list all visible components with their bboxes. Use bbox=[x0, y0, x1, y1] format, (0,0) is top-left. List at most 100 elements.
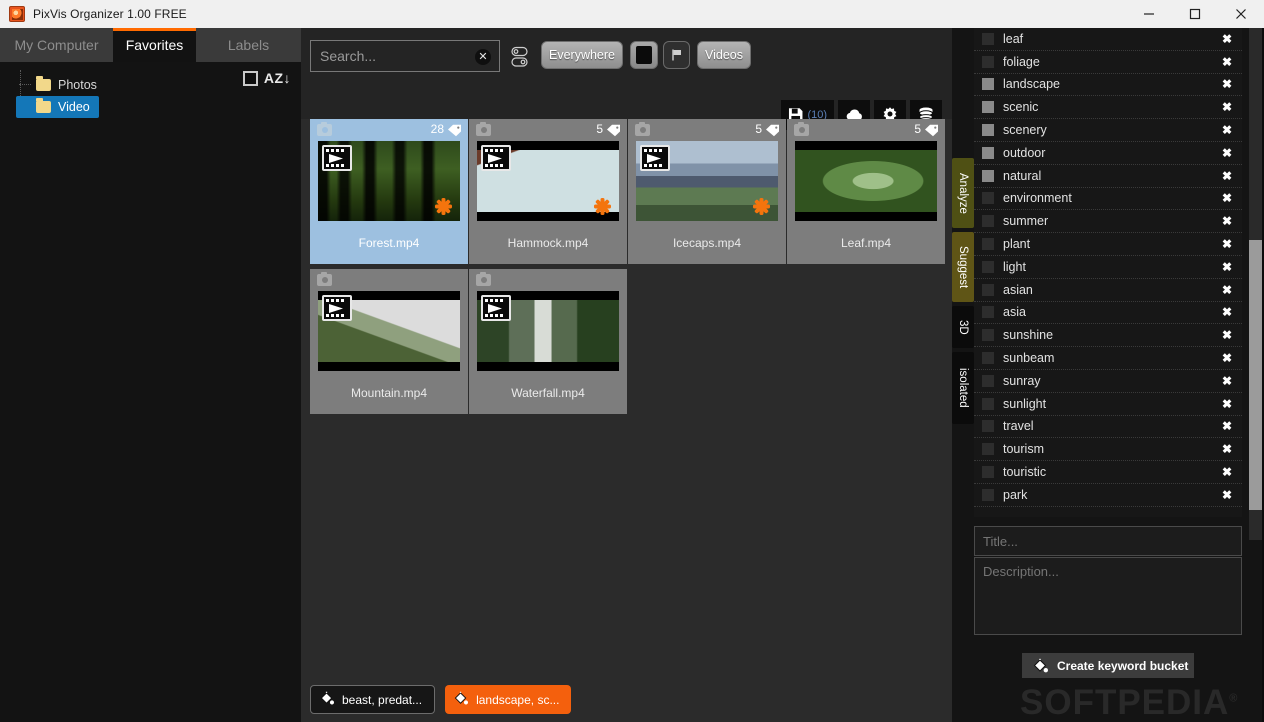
keyword-delete-icon[interactable]: ✖ bbox=[1222, 77, 1242, 91]
keyword-row[interactable]: tourism ✖ bbox=[974, 438, 1242, 462]
keyword-row[interactable]: natural ✖ bbox=[974, 165, 1242, 188]
keyword-row[interactable]: scenic ✖ bbox=[974, 96, 1242, 120]
keyword-delete-icon[interactable]: ✖ bbox=[1222, 260, 1242, 274]
keyword-checkbox[interactable] bbox=[982, 238, 994, 251]
thumbnail-image[interactable] bbox=[318, 291, 460, 371]
keyword-delete-icon[interactable]: ✖ bbox=[1222, 442, 1242, 456]
keyword-row[interactable]: scenery ✖ bbox=[974, 119, 1242, 142]
vertical-tab-3d[interactable]: 3D bbox=[952, 306, 974, 348]
thumbnail-image[interactable] bbox=[636, 141, 778, 221]
tab-labels[interactable]: Labels bbox=[196, 28, 301, 62]
thumbnail-card[interactable]: Waterfall.mp4 bbox=[469, 269, 627, 414]
tab-my-computer[interactable]: My Computer bbox=[0, 28, 113, 62]
tab-favorites[interactable]: Favorites bbox=[113, 28, 196, 62]
keyword-checkbox[interactable] bbox=[982, 420, 994, 433]
title-input[interactable] bbox=[974, 526, 1242, 556]
thumbnail-image[interactable] bbox=[477, 141, 619, 221]
keyword-list-scrollbar[interactable] bbox=[1249, 28, 1262, 540]
keyword-delete-icon[interactable]: ✖ bbox=[1222, 55, 1242, 69]
keyword-checkbox[interactable] bbox=[982, 124, 994, 137]
thumbnail-image[interactable] bbox=[795, 141, 937, 221]
clear-search-icon[interactable]: ✕ bbox=[475, 49, 491, 65]
select-all-checkbox[interactable] bbox=[242, 70, 258, 86]
thumbnail-card[interactable]: 5 Icecaps.mp4 bbox=[628, 119, 786, 264]
thumbnail-card[interactable]: 5 Hammock.mp4 bbox=[469, 119, 627, 264]
sidebar-item-video[interactable]: Video bbox=[16, 96, 99, 118]
keyword-row[interactable]: sunshine ✖ bbox=[974, 324, 1242, 348]
keyword-checkbox[interactable] bbox=[982, 101, 994, 114]
keyword-delete-icon[interactable]: ✖ bbox=[1222, 419, 1242, 433]
keyword-row[interactable]: travel ✖ bbox=[974, 416, 1242, 439]
keyword-checkbox[interactable] bbox=[982, 146, 994, 159]
keyword-checkbox[interactable] bbox=[982, 260, 994, 273]
search-input[interactable] bbox=[311, 41, 461, 71]
sort-button[interactable]: AZ↓ bbox=[264, 70, 291, 86]
close-button[interactable] bbox=[1218, 0, 1264, 28]
keyword-row[interactable]: touristic ✖ bbox=[974, 461, 1242, 484]
keyword-row[interactable]: landscape ✖ bbox=[974, 74, 1242, 97]
keyword-delete-icon[interactable]: ✖ bbox=[1222, 328, 1242, 342]
keyword-delete-icon[interactable]: ✖ bbox=[1222, 351, 1242, 365]
keyword-row[interactable]: asian ✖ bbox=[974, 279, 1242, 302]
keyword-checkbox[interactable] bbox=[982, 306, 994, 319]
keyword-checkbox[interactable] bbox=[982, 169, 994, 182]
keyword-delete-icon[interactable]: ✖ bbox=[1222, 283, 1242, 297]
keyword-checkbox[interactable] bbox=[982, 397, 994, 410]
keyword-row[interactable]: leaf ✖ bbox=[974, 28, 1242, 51]
vertical-tab-isolated[interactable]: isolated bbox=[952, 352, 974, 424]
keyword-checkbox[interactable] bbox=[982, 215, 994, 228]
thumbnail-image[interactable] bbox=[477, 291, 619, 371]
keyword-row[interactable]: light ✖ bbox=[974, 256, 1242, 279]
keyword-delete-icon[interactable]: ✖ bbox=[1222, 169, 1242, 183]
keyword-row[interactable]: outdoor ✖ bbox=[974, 142, 1242, 165]
color-swatch-button[interactable] bbox=[630, 41, 658, 69]
keyword-delete-icon[interactable]: ✖ bbox=[1222, 191, 1242, 205]
keyword-row[interactable]: sunbeam ✖ bbox=[974, 347, 1242, 370]
thumbnail-card[interactable]: 28 Forest.mp4 bbox=[310, 119, 468, 264]
keyword-delete-icon[interactable]: ✖ bbox=[1222, 397, 1242, 411]
keyword-checkbox[interactable] bbox=[982, 32, 994, 45]
keyword-delete-icon[interactable]: ✖ bbox=[1222, 146, 1242, 160]
keyword-checkbox[interactable] bbox=[982, 283, 994, 296]
keyword-delete-icon[interactable]: ✖ bbox=[1222, 32, 1242, 46]
thumbnail-card[interactable]: Mountain.mp4 bbox=[310, 269, 468, 414]
keyword-delete-icon[interactable]: ✖ bbox=[1222, 305, 1242, 319]
keyword-checkbox[interactable] bbox=[982, 78, 994, 91]
scrollbar-thumb[interactable] bbox=[1249, 240, 1262, 510]
flag-filter-button[interactable] bbox=[663, 41, 690, 69]
vertical-tab-suggest[interactable]: Suggest bbox=[952, 232, 974, 302]
keyword-checkbox[interactable] bbox=[982, 443, 994, 456]
scope-everywhere-button[interactable]: Everywhere bbox=[541, 41, 623, 69]
keyword-row[interactable]: summer ✖ bbox=[974, 210, 1242, 234]
keyword-checkbox[interactable] bbox=[982, 352, 994, 365]
keyword-row[interactable]: plant ✖ bbox=[974, 233, 1242, 256]
thumbnail-image[interactable] bbox=[318, 141, 460, 221]
thumbnail-card[interactable]: 5 Leaf.mp4 bbox=[787, 119, 945, 264]
keyword-bucket[interactable]: landscape, sc... bbox=[445, 685, 572, 714]
maximize-button[interactable] bbox=[1172, 0, 1218, 28]
keyword-checkbox[interactable] bbox=[982, 329, 994, 342]
keyword-row[interactable]: park ✖ bbox=[974, 484, 1242, 507]
media-type-videos-button[interactable]: Videos bbox=[697, 41, 751, 69]
description-input[interactable] bbox=[974, 557, 1242, 635]
keyword-delete-icon[interactable]: ✖ bbox=[1222, 237, 1242, 251]
keyword-row[interactable]: environment ✖ bbox=[974, 188, 1242, 211]
keyword-checkbox[interactable] bbox=[982, 488, 994, 501]
keyword-checkbox[interactable] bbox=[982, 192, 994, 205]
keyword-row[interactable]: asia ✖ bbox=[974, 302, 1242, 325]
keyword-bucket[interactable]: beast, predat... bbox=[310, 685, 436, 714]
keyword-delete-icon[interactable]: ✖ bbox=[1222, 214, 1242, 228]
keyword-checkbox[interactable] bbox=[982, 55, 994, 68]
sidebar-item-photos[interactable]: Photos bbox=[16, 74, 106, 96]
keyword-delete-icon[interactable]: ✖ bbox=[1222, 488, 1242, 502]
keyword-checkbox[interactable] bbox=[982, 466, 994, 479]
keyword-delete-icon[interactable]: ✖ bbox=[1222, 374, 1242, 388]
keyword-delete-icon[interactable]: ✖ bbox=[1222, 123, 1242, 137]
minimize-button[interactable] bbox=[1126, 0, 1172, 28]
keyword-row[interactable]: sunlight ✖ bbox=[974, 393, 1242, 416]
keyword-row[interactable]: sunray ✖ bbox=[974, 370, 1242, 393]
keyword-row[interactable]: foliage ✖ bbox=[974, 51, 1242, 74]
vertical-tab-analyze[interactable]: Analyze bbox=[952, 158, 974, 228]
keyword-checkbox[interactable] bbox=[982, 374, 994, 387]
keyword-delete-icon[interactable]: ✖ bbox=[1222, 465, 1242, 479]
